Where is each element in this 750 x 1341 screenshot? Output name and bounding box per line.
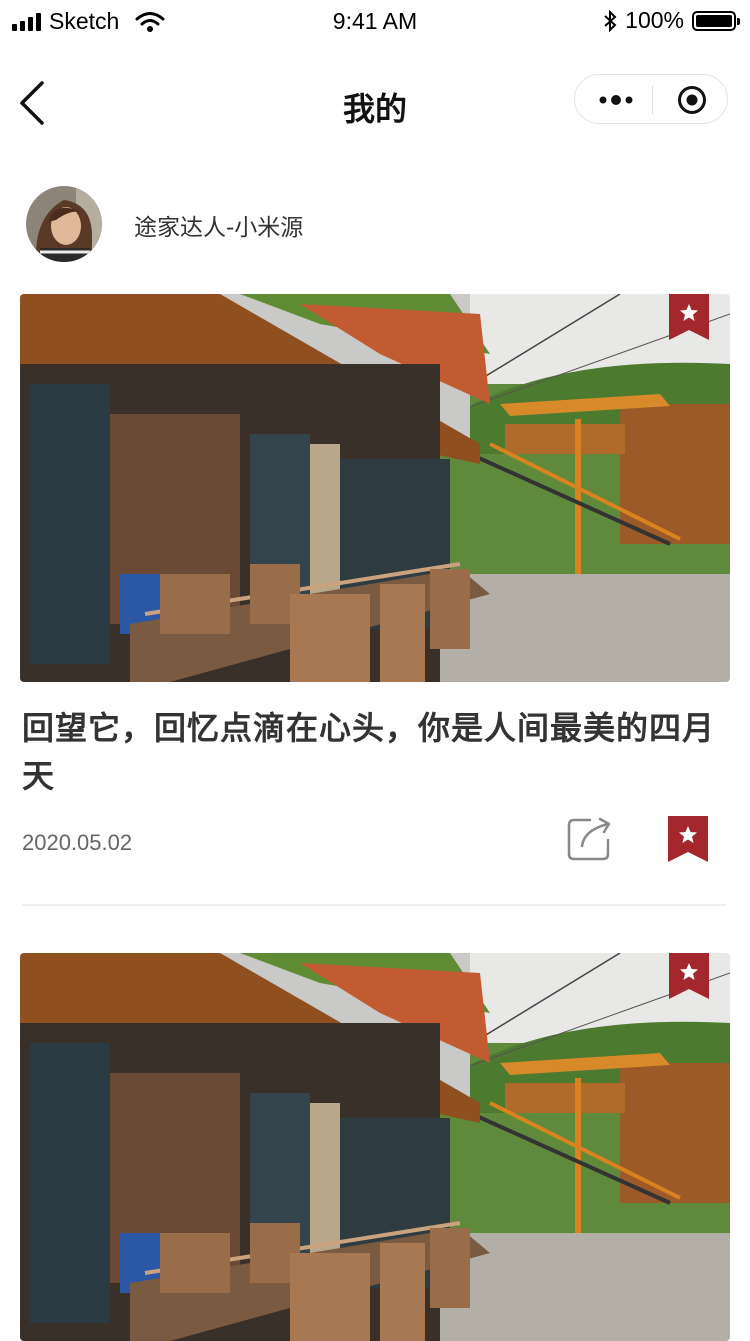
- article-title[interactable]: 回望它，回忆点滴在心头，你是人间最美的四月天: [22, 704, 732, 800]
- article-cover-image[interactable]: [20, 294, 730, 682]
- share-icon[interactable]: [566, 816, 612, 862]
- article-date: 2020.05.02: [22, 830, 133, 855]
- bookmark-star-icon[interactable]: [669, 294, 709, 340]
- favorite-bookmark-icon[interactable]: [668, 816, 708, 862]
- user-name: 途家达人-小米源: [134, 215, 304, 241]
- battery-icon: [692, 10, 740, 31]
- bookmark-star-icon[interactable]: [669, 953, 709, 999]
- divider: [22, 904, 726, 906]
- target-circle-icon[interactable]: [677, 85, 707, 115]
- battery-percent: 100%: [625, 7, 684, 33]
- navigation-bar: 我的: [0, 40, 750, 164]
- bluetooth-icon: [604, 9, 617, 32]
- more-dots-icon[interactable]: [597, 87, 637, 113]
- avatar[interactable]: [26, 186, 102, 262]
- article-cover-image[interactable]: [20, 953, 730, 1341]
- status-bar: Sketch 9:41 AM 100%: [0, 0, 750, 40]
- capsule-divider: [652, 86, 653, 114]
- mini-program-capsule: [574, 74, 728, 124]
- status-right: 100%: [603, 7, 740, 34]
